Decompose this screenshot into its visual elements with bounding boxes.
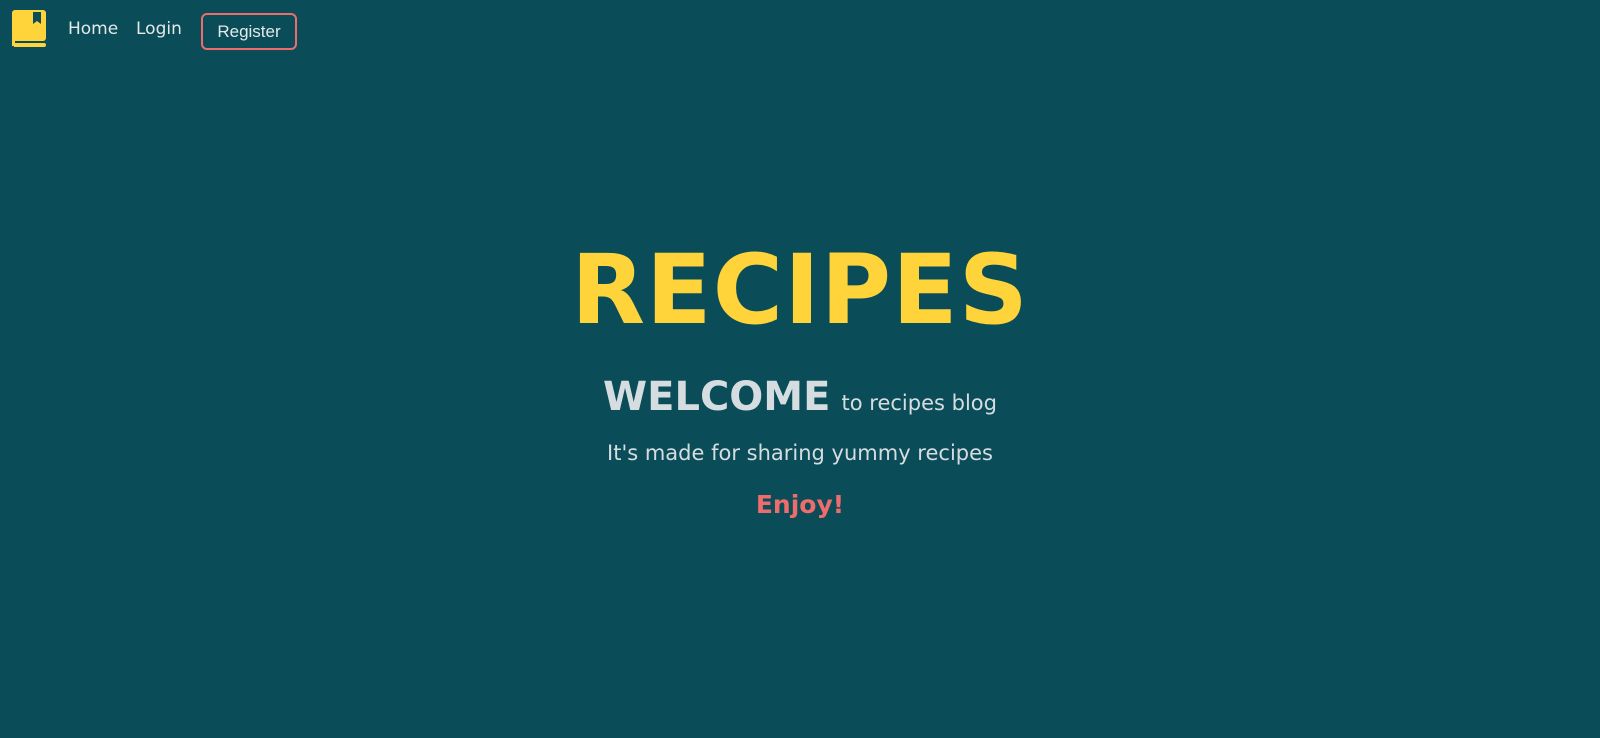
welcome-line: WELCOME to recipes blog [0, 372, 1600, 430]
tagline: It's made for sharing yummy recipes [607, 441, 993, 465]
hero-section: RECIPES WELCOME to recipes blog It's mad… [0, 0, 1600, 738]
welcome-heading: WELCOME [603, 374, 831, 420]
enjoy-text: Enjoy! [755, 490, 845, 519]
welcome-subtext: to recipes blog [841, 391, 997, 415]
page-title: RECIPES [571, 234, 1029, 346]
